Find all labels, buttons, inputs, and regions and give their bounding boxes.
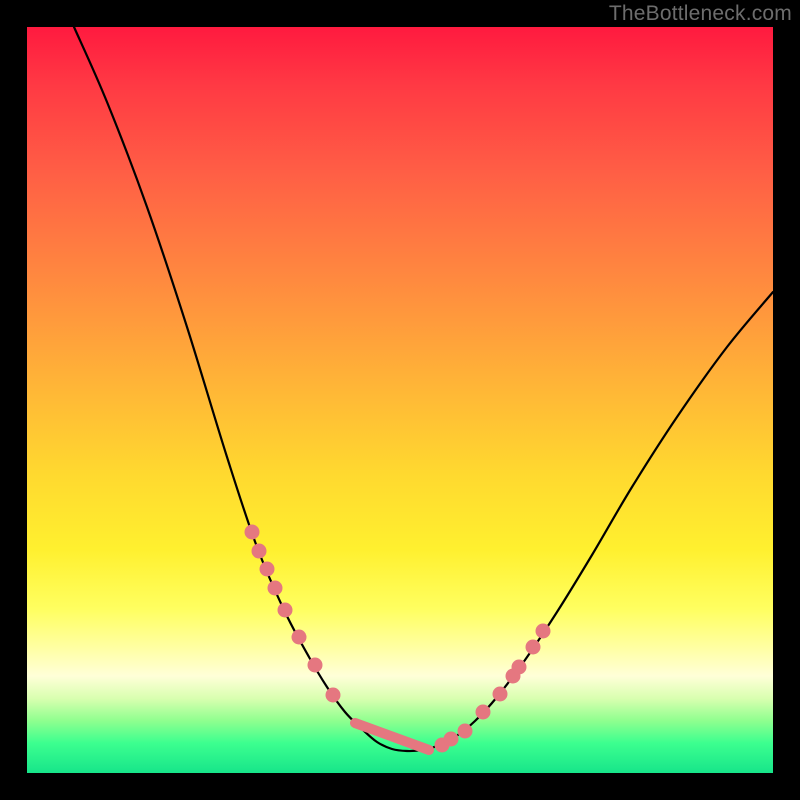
marker-dot: [292, 630, 307, 645]
marker-dot: [268, 581, 283, 596]
marker-dot: [526, 640, 541, 655]
watermark-label: TheBottleneck.com: [609, 2, 792, 26]
marker-dot: [252, 544, 267, 559]
marker-dot: [308, 658, 323, 673]
chart-container: TheBottleneck.com: [0, 0, 800, 800]
curve-svg: [27, 27, 773, 773]
markers-left: [245, 525, 341, 703]
bottleneck-curve: [74, 27, 773, 751]
plot-area: [27, 27, 773, 773]
marker-dot: [444, 732, 459, 747]
marker-dot: [326, 688, 341, 703]
marker-dot: [493, 687, 508, 702]
marker-dot: [476, 705, 491, 720]
marker-dot: [245, 525, 260, 540]
marker-dot: [512, 660, 527, 675]
marker-dot: [278, 603, 293, 618]
flat-segment: [355, 723, 429, 750]
marker-dot: [260, 562, 275, 577]
marker-dot: [458, 724, 473, 739]
markers-right: [435, 624, 551, 753]
marker-dot: [536, 624, 551, 639]
